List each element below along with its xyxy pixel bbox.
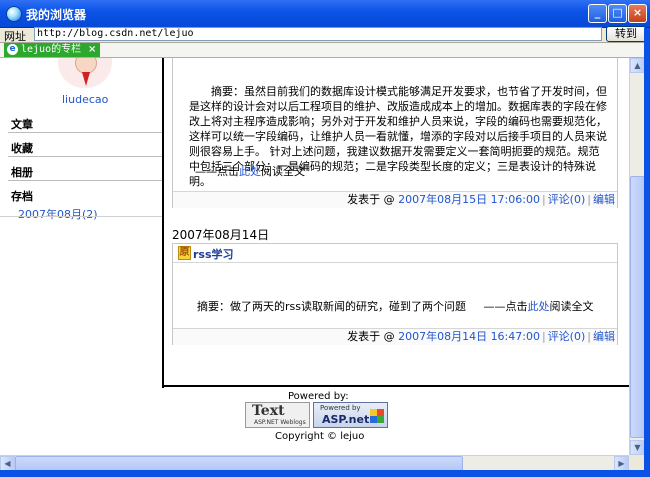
go-button[interactable]: 转到 bbox=[606, 26, 646, 42]
scroll-up-icon[interactable]: ▲ bbox=[630, 58, 645, 73]
post-title-row: 原 rss学习 bbox=[173, 244, 617, 263]
tab-label: lejuo的专栏 bbox=[21, 44, 82, 55]
comments-link[interactable]: 评论(0) bbox=[548, 330, 586, 343]
title-bar: 我的浏览器 _ □ × bbox=[0, 0, 650, 28]
ie-globe-icon bbox=[6, 6, 22, 22]
page-icon: e bbox=[7, 44, 18, 55]
window-frame bbox=[0, 470, 650, 477]
tab-strip: e lejuo的专栏 × bbox=[0, 43, 650, 58]
sidebar: liudecao 文章 收藏 相册 存档 2007年08月(2) bbox=[0, 58, 162, 455]
avatar bbox=[58, 58, 112, 88]
username-link[interactable]: liudecao bbox=[62, 93, 108, 106]
separator: | bbox=[541, 193, 546, 206]
post-datetime-link[interactable]: 2007年08月15日 17:06:00 bbox=[398, 193, 540, 206]
divider bbox=[8, 132, 162, 133]
separator: | bbox=[587, 330, 591, 343]
post-footer: 发表于 @ 2007年08月14日 16:47:00 | 评论(0) | 编辑 bbox=[173, 328, 617, 345]
post-card: 摘要：虽然目前我们的数据库设计模式能够满足开发要求，也节省了开发时间，但是这样的… bbox=[172, 58, 618, 208]
maximize-icon: □ bbox=[612, 6, 623, 19]
scroll-right-icon[interactable]: ▶ bbox=[614, 456, 629, 471]
scroll-thumb[interactable] bbox=[630, 176, 645, 438]
post-abstract-text: 摘要：做了两天的rss读取新闻的研究，碰到了两个问题 bbox=[197, 300, 466, 313]
read-more-link[interactable]: 此处 bbox=[239, 165, 261, 178]
scrollbar-corner bbox=[629, 455, 644, 470]
scroll-down-icon[interactable]: ▼ bbox=[630, 440, 645, 455]
edit-link[interactable]: 编辑 bbox=[593, 330, 615, 343]
edit-link[interactable]: 编辑 bbox=[593, 193, 615, 206]
post-title-link[interactable]: rss学习 bbox=[193, 246, 234, 262]
address-bar: 网址 http://blog.csdn.net/lejuo 转到 bbox=[0, 26, 650, 43]
divider bbox=[8, 180, 162, 181]
window-title: 我的浏览器 bbox=[26, 8, 87, 22]
read-more-prefix: ——点击 bbox=[483, 300, 528, 313]
post-footer: 发表于 @ 2007年08月15日 17:06:00 | 评论(0) | 编辑 bbox=[173, 191, 617, 208]
badge-subtitle: ASP.NET Weblogs bbox=[254, 419, 306, 426]
horizontal-scrollbar[interactable]: ◀ ▶ bbox=[0, 455, 629, 471]
sidebar-heading-archive: 存档 bbox=[11, 190, 33, 203]
posted-label: 发表于 @ bbox=[347, 330, 395, 343]
powered-by-label: Powered by: bbox=[288, 391, 349, 402]
page-viewport: liudecao 文章 收藏 相册 存档 2007年08月(2) 摘要：虽然目前… bbox=[0, 58, 629, 455]
date-heading: 2007年08月14日 bbox=[172, 228, 270, 242]
avatar-tie-icon bbox=[82, 72, 90, 86]
scroll-left-icon[interactable]: ◀ bbox=[0, 456, 15, 471]
close-icon: × bbox=[632, 6, 643, 19]
badge-title: ASP.net bbox=[322, 413, 370, 426]
badge-title: Text bbox=[252, 403, 285, 419]
sidebar-heading-albums[interactable]: 相册 bbox=[11, 164, 33, 180]
content-border bbox=[162, 385, 629, 387]
post-card: 原 rss学习 摘要：做了两天的rss读取新闻的研究，碰到了两个问题 ——点击此… bbox=[172, 243, 618, 345]
read-more-link[interactable]: 此处 bbox=[527, 300, 549, 313]
close-button[interactable]: × bbox=[628, 4, 647, 23]
read-more-prefix: ——点击 bbox=[195, 165, 239, 178]
divider bbox=[0, 216, 162, 217]
post-abstract: 摘要：做了两天的rss读取新闻的研究，碰到了两个问题 ——点击此处阅读全文 bbox=[197, 298, 593, 314]
asp-net-badge[interactable]: Powered by ASP.net bbox=[313, 402, 388, 428]
comments-link[interactable]: 评论(0) bbox=[548, 193, 586, 206]
badge-subtitle: Powered by bbox=[320, 404, 361, 412]
text-weblogs-badge[interactable]: Text ASP.NET Weblogs bbox=[245, 402, 310, 428]
content-border bbox=[162, 58, 164, 388]
divider bbox=[8, 156, 162, 157]
maximize-button[interactable]: □ bbox=[608, 4, 627, 23]
address-label: 网址 bbox=[4, 30, 26, 43]
separator: | bbox=[541, 330, 546, 343]
archive-link-2007-08[interactable]: 2007年08月(2) bbox=[18, 206, 98, 222]
copyright: Copyright © lejuo bbox=[275, 431, 365, 442]
separator: | bbox=[587, 193, 591, 206]
read-more: ——点击此处阅读全文 bbox=[195, 163, 305, 179]
original-post-icon: 原 bbox=[178, 246, 191, 260]
tab-close-icon[interactable]: × bbox=[88, 43, 96, 57]
tab-lejuo[interactable]: e lejuo的专栏 × bbox=[4, 43, 100, 57]
scroll-thumb[interactable] bbox=[15, 456, 463, 471]
read-more-suffix: 阅读全文 bbox=[261, 165, 305, 178]
window-frame bbox=[644, 28, 650, 477]
post-datetime-link[interactable]: 2007年08月14日 16:47:00 bbox=[398, 330, 540, 343]
sidebar-heading-favorites[interactable]: 收藏 bbox=[11, 140, 33, 156]
sidebar-heading-articles[interactable]: 文章 bbox=[11, 116, 33, 132]
read-more-suffix: 阅读全文 bbox=[549, 300, 594, 313]
minimize-icon: _ bbox=[594, 6, 601, 19]
windows-logo-icon bbox=[370, 409, 384, 423]
posted-label: 发表于 @ bbox=[347, 193, 395, 206]
address-input[interactable]: http://blog.csdn.net/lejuo bbox=[34, 27, 602, 41]
vertical-scrollbar[interactable]: ▲ ▼ bbox=[629, 58, 645, 455]
minimize-button[interactable]: _ bbox=[588, 4, 607, 23]
